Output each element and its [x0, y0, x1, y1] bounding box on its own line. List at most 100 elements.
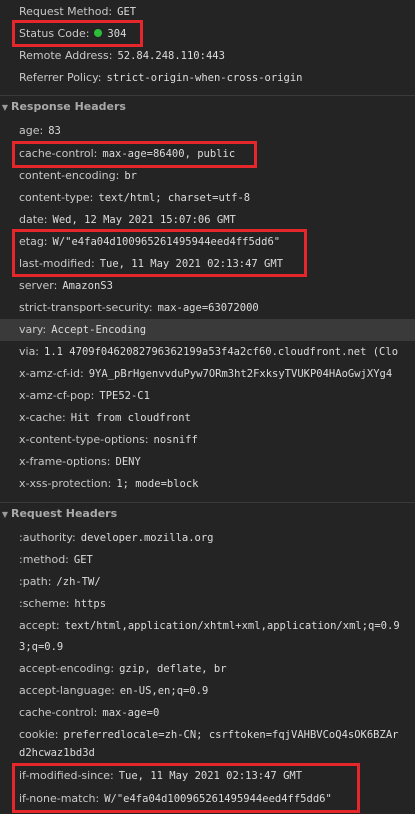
request-header-row: if-none-match: W/"e4fa04d100965261495944e… — [0, 788, 415, 810]
header-value: /zh-TW/ — [56, 576, 101, 588]
header-value: 1.1 4709f0462082796362199a53f4a2cf60.clo… — [44, 346, 399, 358]
header-name: vary: — [19, 323, 47, 336]
response-header-row: content-encoding: br — [0, 165, 415, 187]
response-header-row: x-xss-protection: 1; mode=block — [0, 473, 415, 495]
header-name: x-content-type-options: — [19, 433, 149, 446]
request-headers-toggle[interactable]: ▼ Request Headers — [0, 502, 415, 524]
response-header-row: x-frame-options: DENY — [0, 451, 415, 473]
header-name: accept: — [19, 619, 60, 632]
request-header-row: :method: GET — [0, 549, 415, 571]
header-name: content-encoding: — [19, 169, 120, 182]
header-value: nosniff — [153, 434, 198, 446]
header-name: Status Code: — [19, 27, 90, 40]
header-value: 3;q=0.9 — [19, 641, 64, 653]
response-header-row-hovered: vary: Accept-Encoding — [0, 319, 415, 341]
request-header-row: cookie: preferredlocale=zh-CN; csrftoken=… — [0, 724, 415, 746]
request-header-row: :path: /zh-TW/ — [0, 571, 415, 593]
header-value: preferredlocale=zh-CN; csrftoken=fqjVAHB… — [63, 729, 399, 741]
request-header-row: if-modified-since: Tue, 11 May 2021 02:13… — [0, 765, 415, 787]
request-header-row: cache-control: max-age=0 — [0, 702, 415, 724]
header-value: max-age=63072000 — [157, 302, 259, 314]
header-value: 9YA_pBrHgenvvduPyw7ORm3ht2FxksyTVUKP04HA… — [88, 368, 393, 380]
response-header-row: x-amz-cf-pop: TPE52-C1 — [0, 385, 415, 407]
status-ok-icon — [94, 29, 103, 37]
general-row-request-method: Request Method: GET — [0, 1, 415, 23]
header-value: 52.84.248.110:443 — [117, 50, 225, 62]
header-name: server: — [19, 279, 58, 292]
general-row-referrer-policy: Referrer Policy: strict-origin-when-cross… — [0, 67, 415, 89]
header-name: x-xss-protection: — [19, 477, 112, 490]
header-name: date: — [19, 213, 48, 226]
header-value: AmazonS3 — [62, 280, 113, 292]
request-header-row: accept-encoding: gzip, deflate, br — [0, 658, 415, 680]
header-value: Wed, 12 May 2021 15:07:06 GMT — [52, 214, 236, 226]
header-value: d2hcwaz1bd3d — [19, 747, 95, 759]
response-header-row: age: 83 — [0, 120, 415, 142]
section-title: Request Headers — [11, 507, 118, 520]
header-value: GET — [73, 554, 93, 566]
header-value: text/html,application/xhtml+xml,applicat… — [64, 620, 400, 632]
header-name: cookie: — [19, 728, 59, 741]
header-value: strict-origin-when-cross-origin — [106, 72, 303, 84]
header-value: W/"e4fa04d100965261495944eed4ff5dd6" — [52, 236, 281, 248]
header-value: en-US,en;q=0.9 — [119, 685, 209, 697]
header-value: https — [74, 598, 107, 610]
response-header-row: content-type: text/html; charset=utf-8 — [0, 187, 415, 209]
header-value: 304 — [107, 28, 127, 40]
section-title: Response Headers — [11, 100, 126, 113]
header-value: GET — [117, 6, 137, 18]
header-value: 1; mode=block — [116, 478, 199, 490]
response-header-row: last-modified: Tue, 11 May 2021 02:13:47 … — [0, 253, 415, 275]
header-name: if-modified-since: — [19, 769, 114, 782]
header-name: Request Method: — [19, 5, 113, 18]
header-value: TPE52-C1 — [99, 390, 150, 402]
header-value: Tue, 11 May 2021 02:13:47 GMT — [99, 258, 284, 270]
header-value: Tue, 11 May 2021 02:13:47 GMT — [118, 770, 303, 782]
header-name: x-amz-cf-id: — [19, 367, 84, 380]
response-header-row: x-cache: Hit from cloudfront — [0, 407, 415, 429]
header-name: Referrer Policy: — [19, 71, 102, 84]
response-header-row: x-amz-cf-id: 9YA_pBrHgenvvduPyw7ORm3ht2Fx… — [0, 363, 415, 385]
header-value: 83 — [48, 125, 61, 137]
header-name: cache-control: — [19, 147, 98, 160]
header-name: cache-control: — [19, 706, 98, 719]
header-value: br — [124, 170, 137, 182]
response-header-row: cache-control: max-age=86400, public — [0, 143, 415, 165]
header-name: :path: — [19, 575, 52, 588]
general-row-remote-address: Remote Address: 52.84.248.110:443 — [0, 45, 415, 67]
request-header-row-continuation: 3;q=0.9 — [0, 636, 415, 658]
header-value: max-age=86400, public — [102, 148, 236, 160]
header-name: :authority: — [19, 531, 76, 544]
header-value: Hit from cloudfront — [70, 412, 191, 424]
header-value: Accept-Encoding — [51, 324, 147, 336]
triangle-down-icon: ▼ — [1, 510, 9, 519]
header-name: x-amz-cf-pop: — [19, 389, 95, 402]
general-row-status-code: Status Code: 304 — [0, 23, 415, 45]
response-header-row: via: 1.1 4709f0462082796362199a53f4a2cf60… — [0, 341, 415, 363]
triangle-down-icon: ▼ — [1, 103, 9, 112]
response-header-row: etag: W/"e4fa04d100965261495944eed4ff5dd6… — [0, 231, 415, 253]
response-headers-toggle[interactable]: ▼ Response Headers — [0, 95, 415, 117]
request-header-row-continuation: d2hcwaz1bd3d — [0, 744, 415, 762]
request-header-row: :authority: developer.mozilla.org — [0, 527, 415, 549]
request-header-row: accept: text/html,application/xhtml+xml,a… — [0, 615, 415, 637]
header-value: developer.mozilla.org — [80, 532, 214, 544]
header-name: x-cache: — [19, 411, 66, 424]
header-name: accept-encoding: — [19, 662, 115, 675]
header-value: max-age=0 — [102, 707, 160, 719]
header-name: accept-language: — [19, 684, 115, 697]
header-value: text/html; charset=utf-8 — [98, 192, 251, 204]
header-value: DENY — [115, 456, 141, 468]
request-header-row: :scheme: https — [0, 593, 415, 615]
header-value: gzip, deflate, br — [119, 663, 227, 675]
header-name: last-modified: — [19, 257, 95, 270]
header-name: :scheme: — [19, 597, 70, 610]
header-name: Remote Address: — [19, 49, 113, 62]
response-header-row: x-content-type-options: nosniff — [0, 429, 415, 451]
header-name: content-type: — [19, 191, 94, 204]
response-header-row: server: AmazonS3 — [0, 275, 415, 297]
header-name: age: — [19, 124, 44, 137]
header-name: strict-transport-security: — [19, 301, 153, 314]
response-header-row: date: Wed, 12 May 2021 15:07:06 GMT — [0, 209, 415, 231]
response-header-row: strict-transport-security: max-age=630720… — [0, 297, 415, 319]
